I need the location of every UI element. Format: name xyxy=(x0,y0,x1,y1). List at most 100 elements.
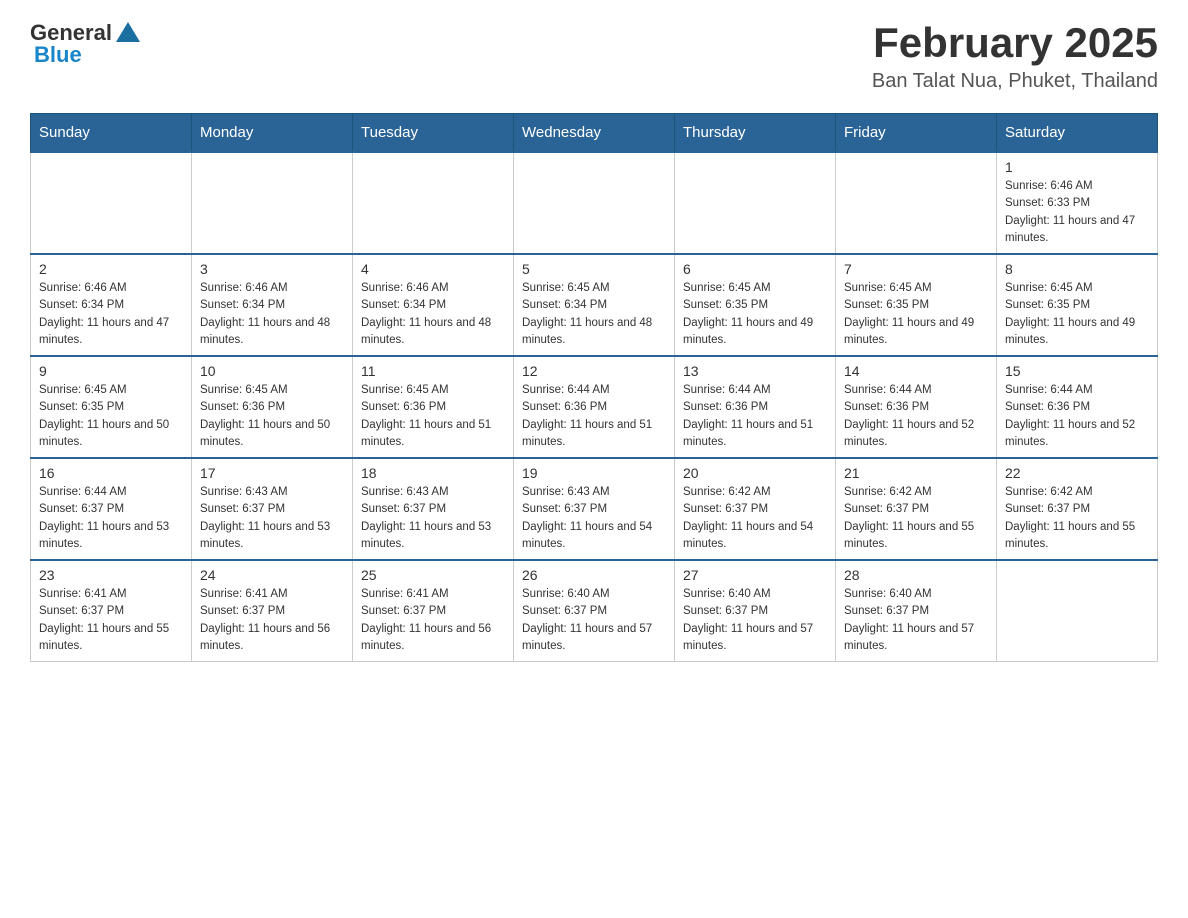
calendar-day-cell: 18 Sunrise: 6:43 AM Sunset: 6:37 PM Dayli… xyxy=(353,458,514,560)
day-info: Sunrise: 6:45 AM Sunset: 6:35 PM Dayligh… xyxy=(844,280,988,349)
day-number: 13 xyxy=(683,363,827,379)
day-info: Sunrise: 6:41 AM Sunset: 6:37 PM Dayligh… xyxy=(39,586,183,655)
calendar-day-header: Friday xyxy=(836,114,997,153)
title-block: February 2025 Ban Talat Nua, Phuket, Tha… xyxy=(872,20,1158,93)
day-info: Sunrise: 6:44 AM Sunset: 6:36 PM Dayligh… xyxy=(1005,382,1149,451)
calendar-day-cell xyxy=(353,152,514,254)
day-info: Sunrise: 6:44 AM Sunset: 6:36 PM Dayligh… xyxy=(522,382,666,451)
calendar-day-cell xyxy=(192,152,353,254)
calendar-day-cell: 25 Sunrise: 6:41 AM Sunset: 6:37 PM Dayli… xyxy=(353,560,514,662)
calendar-day-cell: 3Sunrise: 6:46 AM Sunset: 6:34 PM Daylig… xyxy=(192,254,353,356)
day-number: 1 xyxy=(1005,159,1149,175)
calendar-day-cell: 23 Sunrise: 6:41 AM Sunset: 6:37 PM Dayli… xyxy=(31,560,192,662)
calendar-title: February 2025 xyxy=(872,20,1158,66)
calendar-week-row: 9 Sunrise: 6:45 AM Sunset: 6:35 PM Daylig… xyxy=(31,356,1158,458)
day-number: 6 xyxy=(683,261,827,277)
day-number: 24 xyxy=(200,567,344,583)
day-number: 25 xyxy=(361,567,505,583)
day-number: 26 xyxy=(522,567,666,583)
calendar-day-cell: 16 Sunrise: 6:44 AM Sunset: 6:37 PM Dayli… xyxy=(31,458,192,560)
day-info: Sunrise: 6:45 AM Sunset: 6:35 PM Dayligh… xyxy=(39,382,183,451)
day-info: Sunrise: 6:44 AM Sunset: 6:37 PM Dayligh… xyxy=(39,484,183,553)
day-number: 8 xyxy=(1005,261,1149,277)
calendar-day-cell: 20 Sunrise: 6:42 AM Sunset: 6:37 PM Dayli… xyxy=(675,458,836,560)
calendar-day-header: Wednesday xyxy=(514,114,675,153)
day-number: 12 xyxy=(522,363,666,379)
calendar-day-cell: 7 Sunrise: 6:45 AM Sunset: 6:35 PM Daylig… xyxy=(836,254,997,356)
day-info: Sunrise: 6:42 AM Sunset: 6:37 PM Dayligh… xyxy=(844,484,988,553)
day-number: 11 xyxy=(361,363,505,379)
calendar-day-cell xyxy=(997,560,1158,662)
day-number: 7 xyxy=(844,261,988,277)
calendar-day-cell: 1 Sunrise: 6:46 AM Sunset: 6:33 PM Daylig… xyxy=(997,152,1158,254)
day-number: 28 xyxy=(844,567,988,583)
calendar-day-cell: 13 Sunrise: 6:44 AM Sunset: 6:36 PM Dayli… xyxy=(675,356,836,458)
calendar-day-cell: 15 Sunrise: 6:44 AM Sunset: 6:36 PM Dayli… xyxy=(997,356,1158,458)
calendar-day-header: Thursday xyxy=(675,114,836,153)
calendar-week-row: 2 Sunrise: 6:46 AM Sunset: 6:34 PM Daylig… xyxy=(31,254,1158,356)
day-number: 18 xyxy=(361,465,505,481)
day-info: Sunrise: 6:46 AM Sunset: 6:34 PM Dayligh… xyxy=(361,280,505,349)
calendar-day-cell: 26 Sunrise: 6:40 AM Sunset: 6:37 PM Dayli… xyxy=(514,560,675,662)
day-number: 17 xyxy=(200,465,344,481)
day-info: Sunrise: 6:45 AM Sunset: 6:35 PM Dayligh… xyxy=(1005,280,1149,349)
day-number: 3 xyxy=(200,261,344,277)
calendar-table: SundayMondayTuesdayWednesdayThursdayFrid… xyxy=(30,113,1158,662)
calendar-header-row: SundayMondayTuesdayWednesdayThursdayFrid… xyxy=(31,114,1158,153)
calendar-week-row: 23 Sunrise: 6:41 AM Sunset: 6:37 PM Dayli… xyxy=(31,560,1158,662)
day-number: 23 xyxy=(39,567,183,583)
day-info: Sunrise: 6:42 AM Sunset: 6:37 PM Dayligh… xyxy=(683,484,827,553)
day-info: Sunrise: 6:43 AM Sunset: 6:37 PM Dayligh… xyxy=(361,484,505,553)
calendar-day-cell xyxy=(836,152,997,254)
day-number: 20 xyxy=(683,465,827,481)
day-number: 10 xyxy=(200,363,344,379)
day-info: Sunrise: 6:46 AM Sunset: 6:33 PM Dayligh… xyxy=(1005,178,1149,247)
calendar-day-cell: 28 Sunrise: 6:40 AM Sunset: 6:37 PM Dayli… xyxy=(836,560,997,662)
logo-blue-text: Blue xyxy=(30,42,82,68)
calendar-day-cell: 10 Sunrise: 6:45 AM Sunset: 6:36 PM Dayli… xyxy=(192,356,353,458)
calendar-day-cell: 9 Sunrise: 6:45 AM Sunset: 6:35 PM Daylig… xyxy=(31,356,192,458)
day-info: Sunrise: 6:45 AM Sunset: 6:34 PM Dayligh… xyxy=(522,280,666,349)
day-info: Sunrise: 6:45 AM Sunset: 6:36 PM Dayligh… xyxy=(361,382,505,451)
calendar-day-cell xyxy=(514,152,675,254)
day-info: Sunrise: 6:45 AM Sunset: 6:36 PM Dayligh… xyxy=(200,382,344,451)
day-info: Sunrise: 6:45 AM Sunset: 6:35 PM Dayligh… xyxy=(683,280,827,349)
calendar-day-header: Saturday xyxy=(997,114,1158,153)
calendar-day-cell: 21 Sunrise: 6:42 AM Sunset: 6:37 PM Dayli… xyxy=(836,458,997,560)
calendar-day-cell: 24 Sunrise: 6:41 AM Sunset: 6:37 PM Dayli… xyxy=(192,560,353,662)
calendar-day-cell: 19 Sunrise: 6:43 AM Sunset: 6:37 PM Dayli… xyxy=(514,458,675,560)
day-number: 15 xyxy=(1005,363,1149,379)
day-number: 16 xyxy=(39,465,183,481)
day-number: 2 xyxy=(39,261,183,277)
day-number: 9 xyxy=(39,363,183,379)
day-info: Sunrise: 6:43 AM Sunset: 6:37 PM Dayligh… xyxy=(522,484,666,553)
calendar-day-cell: 4 Sunrise: 6:46 AM Sunset: 6:34 PM Daylig… xyxy=(353,254,514,356)
day-info: Sunrise: 6:40 AM Sunset: 6:37 PM Dayligh… xyxy=(522,586,666,655)
day-number: 14 xyxy=(844,363,988,379)
day-number: 5 xyxy=(522,261,666,277)
calendar-day-cell xyxy=(675,152,836,254)
day-info: Sunrise: 6:40 AM Sunset: 6:37 PM Dayligh… xyxy=(844,586,988,655)
calendar-day-header: Sunday xyxy=(31,114,192,153)
calendar-day-cell: 27Sunrise: 6:40 AM Sunset: 6:37 PM Dayli… xyxy=(675,560,836,662)
logo-triangle-icon xyxy=(116,22,140,42)
logo: General Blue xyxy=(30,20,140,68)
day-number: 4 xyxy=(361,261,505,277)
day-info: Sunrise: 6:40 AM Sunset: 6:37 PM Dayligh… xyxy=(683,586,827,655)
calendar-day-cell: 11 Sunrise: 6:45 AM Sunset: 6:36 PM Dayli… xyxy=(353,356,514,458)
calendar-subtitle: Ban Talat Nua, Phuket, Thailand xyxy=(872,70,1158,93)
calendar-day-cell: 2 Sunrise: 6:46 AM Sunset: 6:34 PM Daylig… xyxy=(31,254,192,356)
day-number: 19 xyxy=(522,465,666,481)
day-info: Sunrise: 6:44 AM Sunset: 6:36 PM Dayligh… xyxy=(844,382,988,451)
day-info: Sunrise: 6:44 AM Sunset: 6:36 PM Dayligh… xyxy=(683,382,827,451)
day-info: Sunrise: 6:41 AM Sunset: 6:37 PM Dayligh… xyxy=(200,586,344,655)
page-header: General Blue February 2025 Ban Talat Nua… xyxy=(30,20,1158,93)
day-number: 21 xyxy=(844,465,988,481)
calendar-day-header: Tuesday xyxy=(353,114,514,153)
day-info: Sunrise: 6:42 AM Sunset: 6:37 PM Dayligh… xyxy=(1005,484,1149,553)
calendar-day-cell: 22 Sunrise: 6:42 AM Sunset: 6:37 PM Dayli… xyxy=(997,458,1158,560)
calendar-day-cell: 5 Sunrise: 6:45 AM Sunset: 6:34 PM Daylig… xyxy=(514,254,675,356)
day-info: Sunrise: 6:41 AM Sunset: 6:37 PM Dayligh… xyxy=(361,586,505,655)
day-number: 22 xyxy=(1005,465,1149,481)
day-info: Sunrise: 6:46 AM Sunset: 6:34 PM Dayligh… xyxy=(39,280,183,349)
